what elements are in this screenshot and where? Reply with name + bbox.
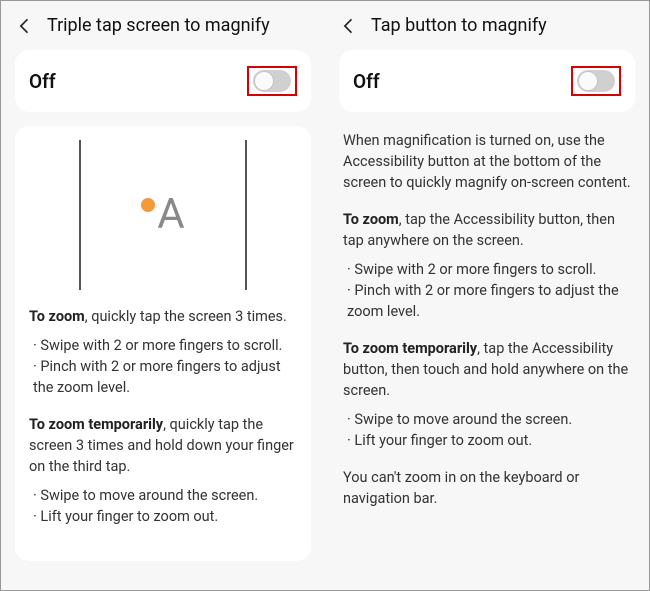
panel-triple-tap: Triple tap screen to magnify Off A To zo… [1, 1, 325, 590]
temp-bullet-2: · Lift your finger to zoom out. [29, 506, 297, 527]
back-icon[interactable] [339, 16, 359, 36]
zoom-bullet-1: · Swipe with 2 or more fingers to scroll… [343, 259, 631, 280]
zoom-heading: To zoom [343, 211, 399, 228]
zoom-text: , quickly tap the screen 3 times. [85, 308, 287, 325]
temp-heading: To zoom temporarily [343, 340, 477, 357]
zoom-bullet-2: · Pinch with 2 or more fingers to adjust… [343, 280, 631, 322]
temp-bullet-2: · Lift your finger to zoom out. [343, 430, 631, 451]
zoom-bullet-2: · Pinch with 2 or more fingers to adjust… [29, 356, 297, 398]
content-right: When magnification is turned on, use the… [339, 130, 635, 525]
page-title: Triple tap screen to magnify [47, 15, 270, 36]
temp-heading: To zoom temporarily [29, 416, 163, 433]
toggle-switch[interactable] [577, 70, 615, 92]
zoom-heading: To zoom [29, 308, 85, 325]
toggle-label: Off [29, 70, 56, 93]
temp-line: To zoom temporarily, quickly tap the scr… [29, 414, 297, 477]
illus-center: A [141, 185, 184, 246]
illus-bar-left [79, 140, 81, 290]
toggle-card-right: Off [339, 50, 635, 112]
temp-bullet-1: · Swipe to move around the screen. [343, 409, 631, 430]
content-card-left: A To zoom, quickly tap the screen 3 time… [15, 126, 311, 561]
intro-section: When magnification is turned on, use the… [343, 130, 631, 193]
header-left: Triple tap screen to magnify [15, 11, 311, 50]
toggle-card-left: Off [15, 50, 311, 112]
magnify-illustration: A [29, 140, 297, 290]
panel-tap-button: Tap button to magnify Off When magnifica… [325, 1, 649, 590]
header-right: Tap button to magnify [339, 11, 635, 50]
highlight-box [571, 66, 621, 96]
back-icon[interactable] [15, 16, 35, 36]
temp-line: To zoom temporarily, tap the Accessibili… [343, 338, 631, 401]
temp-section: To zoom temporarily, quickly tap the scr… [29, 414, 297, 527]
illus-letter: A [157, 185, 184, 246]
highlight-box [247, 66, 297, 96]
page-title: Tap button to magnify [371, 15, 547, 36]
temp-section: To zoom temporarily, tap the Accessibili… [343, 338, 631, 451]
toggle-label: Off [353, 70, 380, 93]
zoom-line: To zoom, quickly tap the screen 3 times. [29, 306, 297, 327]
toggle-switch[interactable] [253, 70, 291, 92]
zoom-bullet-1: · Swipe with 2 or more fingers to scroll… [29, 335, 297, 356]
zoom-line: To zoom, tap the Accessibility button, t… [343, 209, 631, 251]
temp-bullet-1: · Swipe to move around the screen. [29, 485, 297, 506]
pointer-dot-icon [141, 198, 155, 212]
zoom-section: To zoom, quickly tap the screen 3 times.… [29, 306, 297, 398]
footer-note: You can't zoom in on the keyboard or nav… [343, 467, 631, 509]
zoom-section: To zoom, tap the Accessibility button, t… [343, 209, 631, 322]
illus-bar-right [245, 140, 247, 290]
